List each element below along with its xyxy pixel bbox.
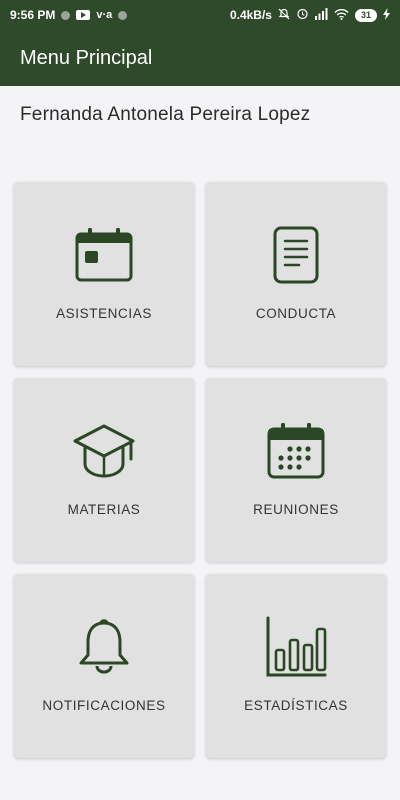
bar-chart-icon (265, 616, 327, 678)
app-bar: Menu Principal (0, 30, 400, 86)
app-bar-title: Menu Principal (20, 46, 153, 69)
menu-card-label: REUNIONES (253, 502, 339, 517)
status-time: 9:56 PM (10, 8, 56, 22)
network-speed: 0.4kB/s (229, 8, 272, 22)
menu-card-asistencias[interactable]: ASISTENCIAS (14, 182, 194, 366)
status-bar: 9:56 PM v·a 0.4kB/s 31 (0, 0, 400, 30)
calendar-dots-icon (266, 420, 326, 482)
notification-dot-icon (61, 10, 71, 20)
menu-card-notificaciones[interactable]: NOTIFICACIONES (14, 574, 194, 758)
menu-grid: ASISTENCIAS CONDUCTA MATERIAS REUNIONES … (14, 182, 386, 758)
menu-card-label: MATERIAS (67, 502, 141, 517)
document-icon (273, 224, 319, 286)
battery-level: 31 (360, 10, 371, 20)
wifi-icon (334, 8, 349, 23)
notification-dot-icon (118, 10, 128, 20)
status-right: 0.4kB/s 31 (230, 7, 390, 23)
menu-card-label: ESTADÍSTICAS (244, 698, 348, 713)
youtube-icon (76, 10, 91, 20)
menu-card-reuniones[interactable]: REUNIONES (206, 378, 386, 562)
battery-icon: 31 (354, 8, 377, 22)
menu-card-materias[interactable]: MATERIAS (14, 378, 194, 562)
graduation-cap-icon (72, 420, 136, 482)
bell-icon (77, 616, 131, 678)
menu-card-label: CONDUCTA (255, 306, 337, 321)
menu-card-estadisticas[interactable]: ESTADÍSTICAS (206, 574, 386, 758)
signal-icon (314, 7, 328, 23)
user-name: Fernanda Antonela Pereira Lopez (20, 104, 311, 125)
calendar-card-icon (74, 224, 134, 286)
vpn-icon: v·a (96, 9, 113, 21)
menu-card-label: NOTIFICACIONES (42, 698, 166, 713)
alarm-icon (296, 7, 309, 23)
charging-icon (383, 7, 390, 23)
status-left: 9:56 PM v·a (10, 8, 128, 22)
silent-bell-icon (278, 8, 290, 23)
menu-card-label: ASISTENCIAS (56, 306, 152, 321)
menu-card-conducta[interactable]: CONDUCTA (206, 182, 386, 366)
